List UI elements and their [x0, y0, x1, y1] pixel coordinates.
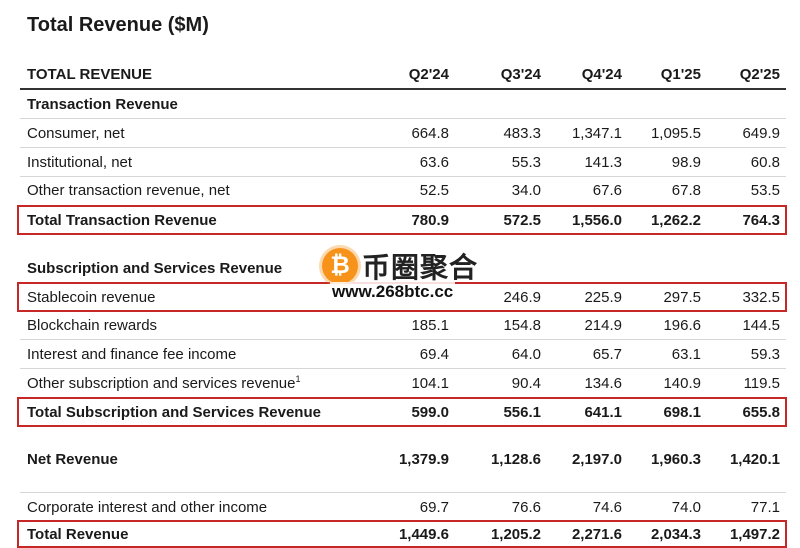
- page-title: Total Revenue ($M): [27, 14, 209, 36]
- header-label: TOTAL REVENUE: [27, 65, 153, 83]
- table-row: Other subscription and services revenue1…: [27, 374, 780, 392]
- column-header: Q2'25: [739, 65, 780, 83]
- column-header: Q4'24: [581, 65, 622, 83]
- watermark-brand: 币圈聚合: [362, 251, 479, 284]
- table-row: Blockchain rewards 185.1 154.8 214.9 196…: [27, 316, 780, 334]
- bitcoin-icon: ₿: [322, 248, 358, 284]
- section-heading: Transaction Revenue: [27, 95, 178, 113]
- watermark: ₿ 币圈聚合 www.268btc.cc: [322, 244, 492, 304]
- total-row: Total Subscription and Services Revenue …: [27, 403, 780, 421]
- table-row: Corporate interest and other income 69.7…: [27, 498, 780, 516]
- row-label: Other subscription and services revenue: [27, 375, 296, 392]
- column-header: Q2'24: [408, 65, 449, 83]
- footnote-marker: 1: [295, 374, 301, 384]
- total-revenue-row: Total Revenue 1,449.6 1,205.2 2,271.6 2,…: [27, 525, 780, 543]
- total-row: Total Transaction Revenue 780.9 572.5 1,…: [27, 211, 780, 229]
- net-revenue-row: Net Revenue 1,379.9 1,128.6 2,197.0 1,96…: [27, 450, 780, 468]
- table-header: TOTAL REVENUE Q2'24 Q3'24 Q4'24 Q1'25 Q2…: [20, 60, 786, 88]
- table-row: Institutional, net 63.6 55.3 141.3 98.9 …: [27, 153, 780, 171]
- column-header: Q1'25: [660, 65, 701, 83]
- watermark-url: www.268btc.cc: [330, 282, 456, 302]
- table-row: Other transaction revenue, net 52.5 34.0…: [27, 181, 780, 199]
- table-row: Consumer, net 664.8 483.3 1,347.1 1,095.…: [27, 124, 780, 142]
- column-header: Q3'24: [500, 65, 541, 83]
- table-row: Interest and finance fee income 69.4 64.…: [27, 345, 780, 363]
